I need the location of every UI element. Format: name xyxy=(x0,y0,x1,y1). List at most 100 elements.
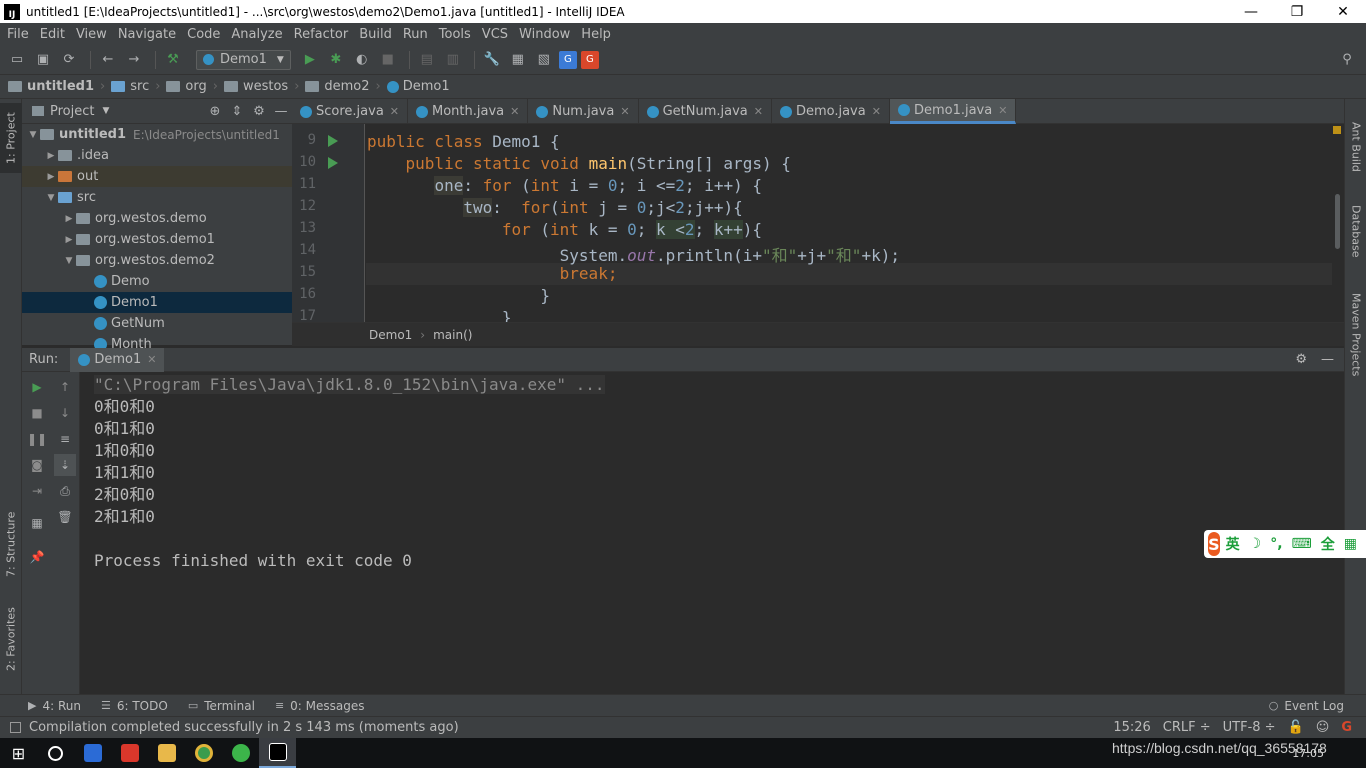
scroll-to-end-icon[interactable]: ⇣ xyxy=(54,454,76,476)
close-icon[interactable]: ✕ xyxy=(872,105,881,118)
open-folder-icon[interactable]: ▭ xyxy=(6,49,28,71)
file-explorer-icon[interactable] xyxy=(148,738,185,768)
tool-tab-terminal[interactable]: ▭ Terminal xyxy=(188,699,255,713)
editor-tab[interactable]: GetNum.java ✕ xyxy=(639,99,772,124)
menu-refactor[interactable]: Refactor xyxy=(289,27,355,42)
debug-icon[interactable]: ✱ xyxy=(325,49,347,71)
close-icon[interactable]: ✕ xyxy=(754,105,763,118)
menu-run[interactable]: Run xyxy=(398,27,434,42)
close-icon[interactable]: ✕ xyxy=(510,105,519,118)
status-toggle-icon[interactable] xyxy=(10,722,21,733)
close-icon[interactable]: ✕ xyxy=(390,105,399,118)
ime-toolbar[interactable]: S 英 ☽ °, ⌨ 全 ▦ xyxy=(1204,530,1366,558)
menu-window[interactable]: Window xyxy=(514,27,576,42)
tool-tab-todo[interactable]: ☰ 6: TODO xyxy=(101,699,168,713)
breadcrumb-item[interactable]: Demo1 xyxy=(386,79,450,94)
app-icon[interactable] xyxy=(74,738,111,768)
gear-icon[interactable]: ⚙ xyxy=(1295,352,1307,367)
run-tab-demo1[interactable]: Demo1 ✕ xyxy=(70,347,165,372)
tree-item[interactable]: ▼ untitled1 E:\IdeaProjects\untitled1 xyxy=(22,124,292,145)
translate-icon[interactable]: G xyxy=(558,50,577,69)
project-tool-tab[interactable]: 1: Project xyxy=(0,103,22,173)
cortana-icon[interactable] xyxy=(37,738,74,768)
ant-build-tool-tab[interactable]: Ant Build xyxy=(1345,107,1366,187)
tool-tab-messages[interactable]: ≡ 0: Messages xyxy=(275,699,365,713)
editor-tab[interactable]: Demo.java ✕ xyxy=(772,99,890,124)
locate-icon[interactable]: ⊕ xyxy=(204,104,226,119)
event-log-button[interactable]: ○ Event Log xyxy=(1269,699,1344,713)
editor-crumb-method[interactable]: main() xyxy=(433,328,472,342)
breadcrumb-item[interactable]: untitled1 › xyxy=(8,79,105,94)
ime-lang[interactable]: 英 xyxy=(1226,534,1240,554)
favorites-tool-tab[interactable]: 2: Favorites xyxy=(0,599,22,679)
stop-icon[interactable]: ■ xyxy=(377,49,399,71)
database-tool-tab[interactable]: Database xyxy=(1345,195,1366,267)
close-icon[interactable]: ✕ xyxy=(998,104,1007,117)
tool-tab-run[interactable]: ▶ 4: Run xyxy=(28,699,81,713)
menu-build[interactable]: Build xyxy=(354,27,398,42)
rerun-icon[interactable]: ▶ xyxy=(26,376,48,398)
menu-edit[interactable]: Edit xyxy=(35,27,71,42)
google-icon[interactable]: G xyxy=(1341,720,1352,735)
minimize-button[interactable]: — xyxy=(1228,0,1274,23)
tree-item[interactable]: Demo1 xyxy=(22,292,292,313)
project-panel-title[interactable]: Project xyxy=(50,104,94,119)
print-icon[interactable]: ⎙ xyxy=(54,480,76,502)
breadcrumb-item[interactable]: src › xyxy=(111,79,160,94)
layout-icon[interactable]: ▦ xyxy=(26,512,48,534)
scroll-down-icon[interactable]: ↓ xyxy=(54,402,76,424)
app-icon[interactable] xyxy=(222,738,259,768)
editor-tab[interactable]: Num.java ✕ xyxy=(528,99,639,124)
ime-grid-icon[interactable]: ▦ xyxy=(1344,536,1357,552)
maven-tool-tab[interactable]: Maven Projects xyxy=(1345,285,1366,385)
editor-scrollbar[interactable] xyxy=(1332,124,1342,322)
menu-file[interactable]: File xyxy=(2,27,35,42)
tree-item[interactable]: GetNum xyxy=(22,313,292,334)
code-editor[interactable]: 9 10 11 12 13 14 15 16 17 public class D… xyxy=(292,124,1344,322)
sync-icon[interactable]: ⟳ xyxy=(58,49,80,71)
ime-fullwidth[interactable]: 全 xyxy=(1321,534,1335,554)
trash-icon[interactable]: 🗑 xyxy=(54,506,76,528)
search-icon[interactable]: ⚲ xyxy=(1336,49,1358,71)
breadcrumb-item[interactable]: demo2 › xyxy=(305,79,381,94)
hide-icon[interactable]: — xyxy=(270,104,292,119)
maximize-button[interactable]: ❐ xyxy=(1274,0,1320,23)
status-message[interactable]: Compilation completed successfully in 2 … xyxy=(29,720,459,735)
back-icon[interactable]: ← xyxy=(97,49,119,71)
close-icon[interactable]: ✕ xyxy=(620,105,629,118)
editor-tab[interactable]: Month.java ✕ xyxy=(408,99,529,124)
stop-icon[interactable]: ■ xyxy=(26,402,48,424)
pin-icon[interactable]: 📌 xyxy=(26,546,48,568)
forward-icon[interactable]: → xyxy=(123,49,145,71)
close-icon[interactable]: ✕ xyxy=(147,353,156,366)
menu-analyze[interactable]: Analyze xyxy=(226,27,288,42)
pause-icon[interactable]: ❚❚ xyxy=(26,428,48,450)
chevron-down-icon[interactable]: ▼ xyxy=(44,193,58,203)
ime-punct[interactable]: °, xyxy=(1270,536,1282,552)
tree-item[interactable]: ▶ .idea xyxy=(22,145,292,166)
vcs-commit-icon[interactable]: ▥ xyxy=(442,49,464,71)
scroll-up-icon[interactable]: ↑ xyxy=(54,376,76,398)
tree-item[interactable]: ▶ out xyxy=(22,166,292,187)
chevron-right-icon[interactable]: ▶ xyxy=(62,235,76,245)
ime-keyboard-icon[interactable]: ⌨ xyxy=(1292,536,1312,552)
coverage-icon[interactable]: ◐ xyxy=(351,49,373,71)
intellij-taskbar-icon[interactable] xyxy=(259,738,296,768)
run-config-select[interactable]: Demo1 ▼ xyxy=(196,49,291,70)
editor-tab[interactable]: Score.java ✕ xyxy=(292,99,408,124)
structure-tool-tab[interactable]: 7: Structure xyxy=(0,499,22,589)
tree-item[interactable]: ▼ org.westos.demo2 xyxy=(22,250,292,271)
windows-start-icon[interactable]: ⊞ xyxy=(0,738,37,768)
app-icon[interactable] xyxy=(111,738,148,768)
save-all-icon[interactable]: ▣ xyxy=(32,49,54,71)
run-icon[interactable]: ▶ xyxy=(299,49,321,71)
translate-alt-icon[interactable]: G xyxy=(580,50,599,69)
menu-help[interactable]: Help xyxy=(576,27,617,42)
tree-item[interactable]: Demo xyxy=(22,271,292,292)
exit-icon[interactable]: ⇥ xyxy=(26,480,48,502)
editor-crumb-class[interactable]: Demo1 xyxy=(369,328,412,342)
collapse-icon[interactable]: ⇕ xyxy=(226,104,248,119)
run-gutter-icon[interactable] xyxy=(328,135,338,147)
hide-icon[interactable]: — xyxy=(1321,352,1334,367)
line-separator[interactable]: CRLF ÷ xyxy=(1163,720,1211,735)
